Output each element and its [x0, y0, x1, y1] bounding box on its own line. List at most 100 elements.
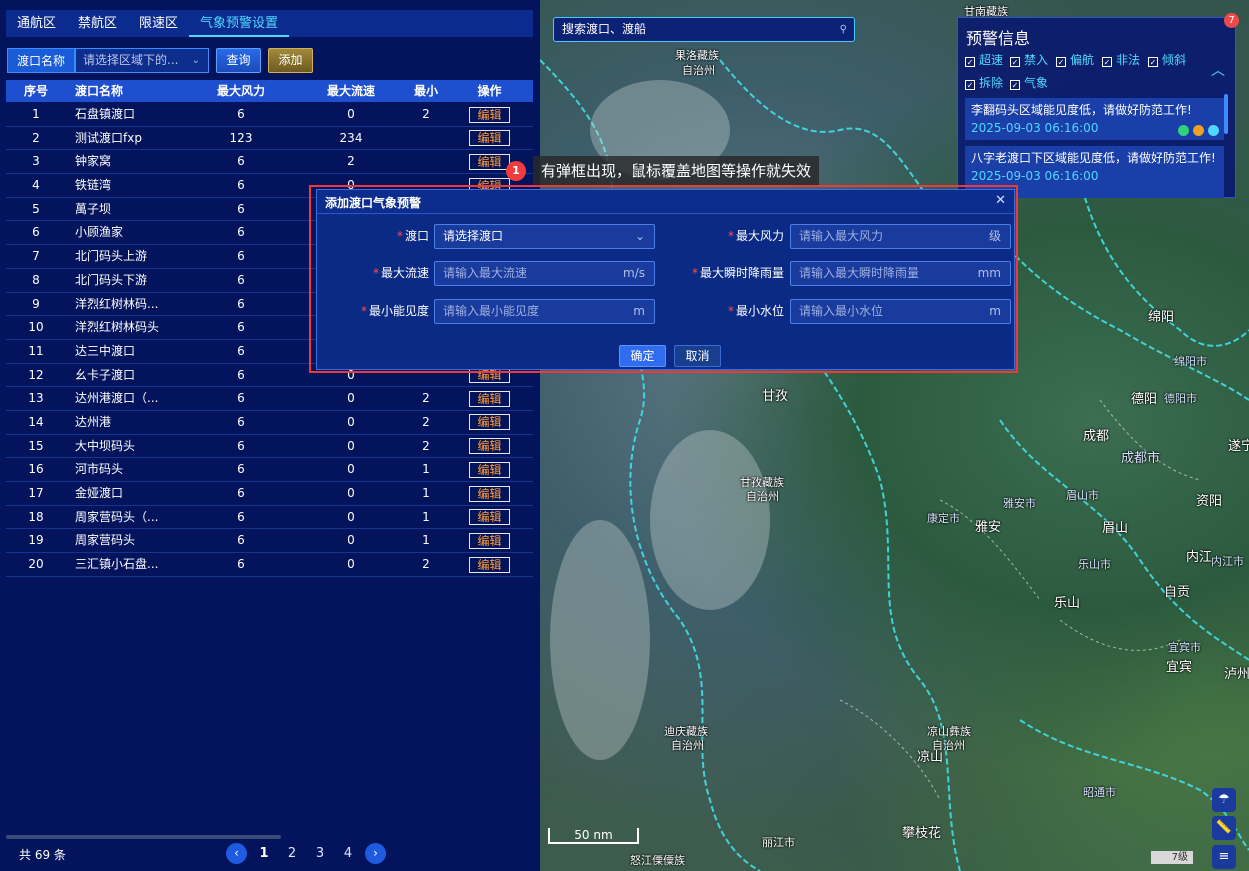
row-index: 1 — [32, 107, 40, 121]
page-3[interactable]: 3 — [309, 846, 331, 861]
warning-card[interactable]: 李翻码头区域能见度低，请做好防范工作! 2025-09-03 06:16:00 — [965, 98, 1224, 140]
edit-button[interactable]: 编辑 — [469, 414, 510, 431]
zoom-level: 7级 — [1151, 851, 1193, 864]
confirm-button[interactable]: 确定 — [619, 345, 666, 367]
filter-no-entry-checkbox[interactable]: ✓ 禁入 — [1010, 51, 1048, 68]
col-max-wind: 最大风力 — [216, 84, 265, 98]
filter-demolition-checkbox[interactable]: ✓ 拆除 — [965, 74, 1003, 91]
map-label: 自治州 — [746, 490, 779, 503]
row-actions: 编辑 — [446, 435, 533, 458]
tab-navigable-zone[interactable]: 通航区 — [6, 10, 67, 37]
scale-bar: 50 nm — [548, 828, 639, 844]
horizontal-scrollbar[interactable] — [6, 835, 281, 839]
row-max-wind: 6 — [237, 414, 245, 429]
query-button[interactable]: 查询 — [216, 48, 261, 73]
chevron-up-icon[interactable]: ︿ — [1211, 60, 1225, 80]
page-4[interactable]: 4 — [337, 846, 359, 861]
region-select-placeholder: 请选择区域下的... — [83, 53, 179, 67]
map-search-input[interactable]: 搜索渡口、渡船 ⚲ — [553, 17, 855, 42]
map-label: 乐山 — [1054, 596, 1081, 611]
row-ferry-name: 大中坝码头 — [75, 438, 136, 453]
row-ferry-name: 洋烈红树林码... — [75, 296, 159, 311]
row-max-wind: 6 — [237, 154, 245, 169]
tab-weather-warning-settings[interactable]: 气象预警设置 — [189, 10, 290, 37]
table-row: 19 周家营码头 6 0 1 编辑 — [6, 529, 533, 554]
edit-button[interactable]: 编辑 — [469, 485, 510, 502]
row-ferry-name: 钟家窝 — [75, 154, 112, 169]
map-label: 眉山 — [1102, 521, 1129, 536]
page-1[interactable]: 1 — [253, 846, 275, 861]
min-water-label: * 最小水位 — [727, 304, 784, 318]
row-index: 10 — [28, 320, 44, 335]
filter-weather-checkbox[interactable]: ✓ 气象 — [1010, 74, 1048, 91]
weather-tool-icon[interactable]: ☂ — [1212, 788, 1236, 812]
max-flow-unit: m/s — [623, 266, 645, 280]
edit-button[interactable]: 编辑 — [469, 461, 510, 478]
left-panel: 通航区 禁航区 限速区 气象预警设置 渡口名称 请选择区域下的... ⌄ 查询 … — [0, 0, 540, 871]
region-select[interactable]: 请选择区域下的... ⌄ — [75, 48, 209, 73]
row-min: 1 — [422, 462, 430, 477]
edit-button[interactable]: 编辑 — [469, 532, 510, 549]
edit-button[interactable]: 编辑 — [469, 390, 510, 407]
map-label: 康定市 — [927, 512, 960, 525]
table-header: 序号 渡口名称 最大风力 最大流速 最小 操作 — [6, 80, 533, 102]
search-icon[interactable]: ⚲ — [840, 18, 847, 41]
row-max-wind: 6 — [237, 462, 245, 477]
row-index: 2 — [32, 130, 40, 145]
location-pin-icon[interactable] — [1178, 125, 1189, 136]
edit-button[interactable]: 编辑 — [469, 130, 510, 147]
max-rain-input[interactable]: 请输入最大瞬时降雨量 mm — [790, 261, 1011, 286]
add-button[interactable]: 添加 — [268, 48, 313, 73]
ferry-select[interactable]: 请选择渡口 ⌄ — [434, 224, 655, 249]
edit-button[interactable]: 编辑 — [469, 556, 510, 573]
edit-button[interactable]: 编辑 — [469, 153, 510, 170]
form-row: * 渡口 请选择渡口 ⌄ * 最大风力 请输入最大风力 级 — [319, 224, 1012, 249]
chevron-left-icon[interactable]: ‹ — [226, 843, 247, 864]
row-ferry-name: 幺卡子渡口 — [75, 367, 136, 382]
row-max-flow: 0 — [347, 486, 355, 500]
filter-overspeed-checkbox[interactable]: ✓ 超速 — [965, 51, 1003, 68]
layers-icon[interactable]: ≡ — [1212, 845, 1236, 869]
ruler-tool-icon[interactable]: 📏 — [1212, 816, 1236, 840]
max-wind-input[interactable]: 请输入最大风力 级 — [790, 224, 1011, 249]
tab-speed-limit-zone[interactable]: 限速区 — [128, 10, 189, 37]
row-index: 9 — [32, 296, 40, 311]
row-actions: 编辑 — [446, 103, 533, 126]
chevron-right-icon[interactable]: › — [365, 843, 386, 864]
map-label: 丽江市 — [762, 836, 795, 849]
edit-button[interactable]: 编辑 — [469, 438, 510, 455]
check-circle-icon[interactable] — [1208, 125, 1219, 136]
row-max-flow: 2 — [347, 154, 355, 169]
row-ferry-name: 测试渡口fxp — [75, 130, 142, 145]
table-row: 2 测试渡口fxp 123 234 编辑 — [6, 127, 533, 151]
row-max-wind: 6 — [237, 391, 245, 406]
row-max-wind: 6 — [237, 225, 245, 240]
row-max-flow: 234 — [339, 130, 363, 145]
max-flow-label: * 最大流速 — [372, 266, 429, 280]
warning-scrollbar[interactable] — [1224, 94, 1228, 134]
min-visibility-input[interactable]: 请输入最小能见度 m — [434, 299, 655, 324]
tab-bar: 通航区 禁航区 限速区 气象预警设置 — [6, 10, 533, 37]
row-actions: 编辑 — [446, 506, 533, 529]
filter-tilt-checkbox[interactable]: ✓ 倾斜 — [1148, 51, 1186, 68]
row-index: 5 — [32, 201, 40, 216]
close-icon[interactable]: ✕ — [995, 193, 1006, 208]
tab-prohibited-zone[interactable]: 禁航区 — [67, 10, 128, 37]
filter-off-course-checkbox[interactable]: ✓ 偏航 — [1056, 51, 1094, 68]
max-flow-input[interactable]: 请输入最大流速 m/s — [434, 261, 655, 286]
cancel-button[interactable]: 取消 — [674, 345, 721, 367]
form-row: * 最大流速 请输入最大流速 m/s * 最大瞬时降雨量 请输入最大瞬时降雨量 mm — [319, 261, 1012, 286]
edit-button[interactable]: 编辑 — [469, 106, 510, 123]
page-2[interactable]: 2 — [281, 846, 303, 861]
edit-button[interactable]: 编辑 — [469, 509, 510, 526]
track-icon[interactable] — [1193, 125, 1204, 136]
min-water-input[interactable]: 请输入最小水位 m — [790, 299, 1011, 324]
filter-illegal-checkbox[interactable]: ✓ 非法 — [1102, 51, 1140, 68]
warning-panel: 预警信息 7 ✓ 超速 ✓ 禁入 ✓ 偏航 ✓ 非法 ✓ 倾斜 ✓ 拆除 ✓ 气象 ︿ 李翻码… — [957, 13, 1239, 198]
map-label: 德阳市 — [1164, 392, 1197, 405]
col-max-flow: 最大流速 — [326, 84, 375, 98]
row-index: 19 — [28, 533, 44, 548]
warning-card-text: 八字老渡口下区域能见度低，请做好防范工作! — [971, 151, 1216, 165]
warning-card-time: 2025-09-03 06:16:00 — [971, 169, 1099, 183]
row-ferry-name: 达州港 — [75, 414, 112, 429]
